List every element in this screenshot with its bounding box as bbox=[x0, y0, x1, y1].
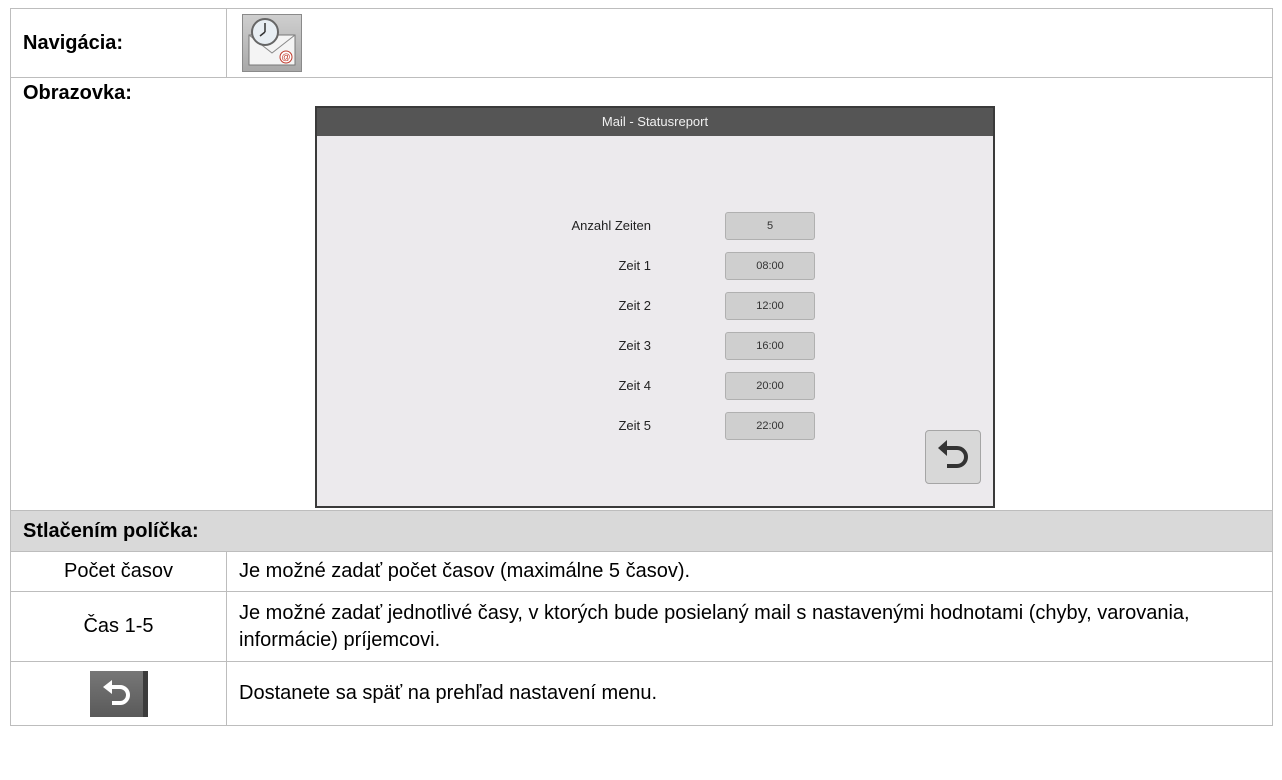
hmi-row-label: Zeit 3 bbox=[618, 338, 651, 353]
hmi-row: Zeit 3 16:00 bbox=[317, 332, 997, 362]
navigation-label-cell: Navigácia: bbox=[10, 8, 227, 78]
desc-cell: Je možné zadať jednotlivé časy, v ktorýc… bbox=[226, 591, 1273, 662]
count-field[interactable]: 5 bbox=[725, 212, 815, 240]
section-header-cell: Stlačením políčka: bbox=[10, 510, 1273, 552]
svg-text:@: @ bbox=[281, 52, 290, 62]
hmi-row-label: Zeit 5 bbox=[618, 418, 651, 433]
table-row: Dostanete sa späť na prehľad nastavení m… bbox=[10, 661, 1273, 726]
hmi-screenshot: Mail - Statusreport Anzahl Zeiten 5 Zeit… bbox=[315, 106, 995, 508]
time-field[interactable]: 20:00 bbox=[725, 372, 815, 400]
time-field[interactable]: 16:00 bbox=[725, 332, 815, 360]
hmi-row-label: Anzahl Zeiten bbox=[571, 218, 652, 233]
screen-label: Obrazovka: bbox=[23, 82, 132, 104]
back-arrow-icon bbox=[102, 679, 130, 705]
time-field[interactable]: 08:00 bbox=[725, 252, 815, 280]
hmi-row: Zeit 2 12:00 bbox=[317, 292, 997, 322]
navigation-icon-cell: @ bbox=[226, 8, 1273, 78]
key-cell: Počet časov bbox=[10, 551, 227, 592]
screen-row: Obrazovka: Mail - Statusreport Anzahl Ze… bbox=[10, 77, 1273, 511]
section-title: Stlačením políčka: bbox=[23, 519, 199, 542]
table-row: Počet časov Je možné zadať počet časov (… bbox=[10, 551, 1273, 592]
key-cell: Čas 1-5 bbox=[10, 591, 227, 662]
back-button[interactable] bbox=[89, 670, 148, 717]
section-header-row: Stlačením políčka: bbox=[10, 510, 1273, 552]
hmi-back-button[interactable] bbox=[925, 430, 981, 484]
time-field[interactable]: 12:00 bbox=[725, 292, 815, 320]
hmi-title: Mail - Statusreport bbox=[317, 108, 993, 136]
desc-text: Je možné zadať jednotlivé časy, v ktorýc… bbox=[239, 601, 1190, 651]
clock-mail-icon[interactable]: @ bbox=[242, 14, 302, 72]
hmi-row-label: Zeit 1 bbox=[618, 258, 651, 273]
key-cell bbox=[10, 661, 227, 726]
doc-table: Navigácia: @ Obrazovka: Mail - Statusrep… bbox=[10, 8, 1273, 726]
table-row: Čas 1-5 Je možné zadať jednotlivé časy, … bbox=[10, 591, 1273, 662]
document: Navigácia: @ Obrazovka: Mail - Statusrep… bbox=[10, 8, 1273, 726]
hmi-row-label: Zeit 4 bbox=[618, 378, 651, 393]
back-arrow-icon bbox=[938, 440, 968, 468]
hmi-row: Zeit 4 20:00 bbox=[317, 372, 997, 402]
hmi-row-label: Zeit 2 bbox=[618, 298, 651, 313]
navigation-label: Navigácia: bbox=[23, 31, 124, 54]
desc-cell: Je možné zadať počet časov (maximálne 5 … bbox=[226, 551, 1273, 592]
hmi-row: Zeit 5 22:00 bbox=[317, 412, 997, 442]
hmi-row: Anzahl Zeiten 5 bbox=[317, 212, 997, 242]
navigation-row: Navigácia: @ bbox=[10, 8, 1273, 78]
time-field[interactable]: 22:00 bbox=[725, 412, 815, 440]
screen-cell: Obrazovka: Mail - Statusreport Anzahl Ze… bbox=[10, 77, 1273, 511]
hmi-row: Zeit 1 08:00 bbox=[317, 252, 997, 282]
desc-cell: Dostanete sa späť na prehľad nastavení m… bbox=[226, 661, 1273, 726]
